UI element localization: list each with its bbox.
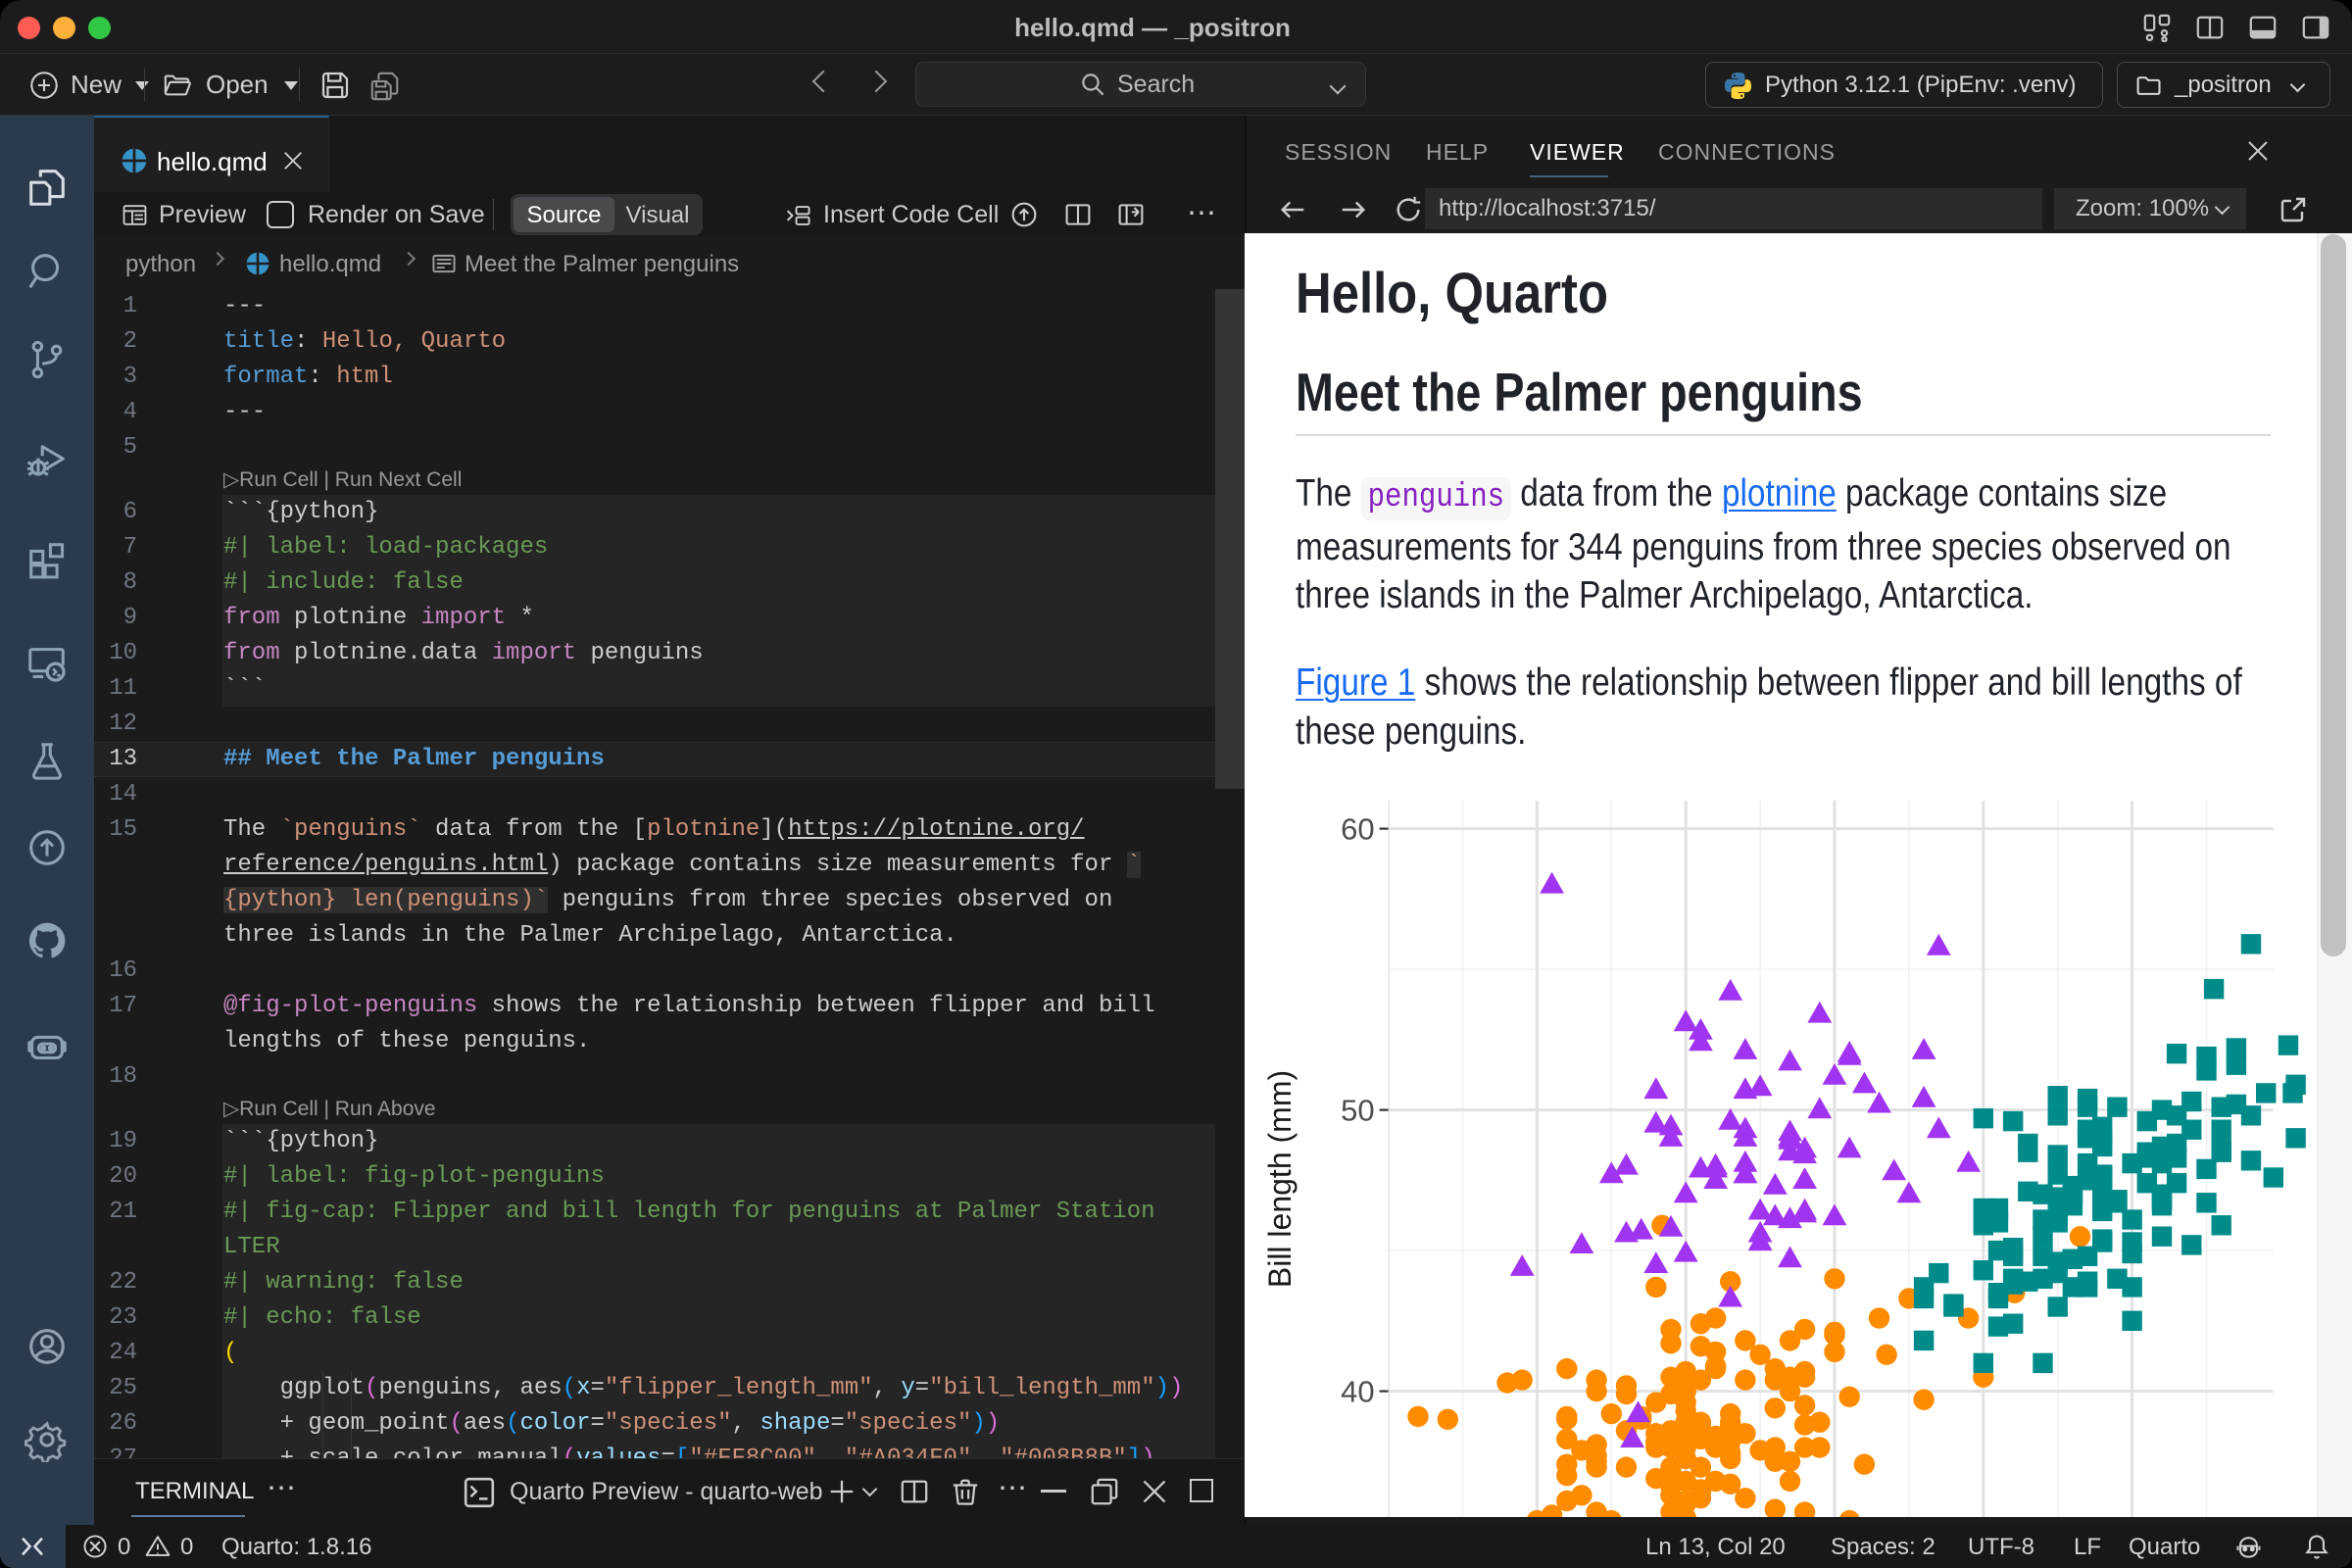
svg-text:Bill length (mm): Bill length (mm): [1262, 1070, 1298, 1288]
svg-text:50: 50: [1341, 1094, 1374, 1128]
svg-text:40: 40: [1341, 1375, 1374, 1409]
svg-text:60: 60: [1341, 812, 1374, 847]
